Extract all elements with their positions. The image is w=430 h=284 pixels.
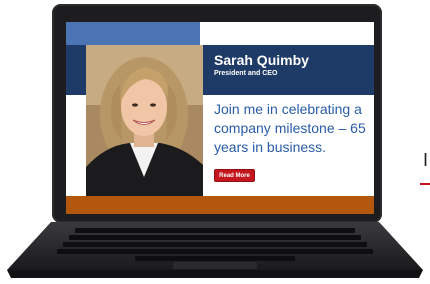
offscreen-letter: I	[423, 150, 429, 170]
offscreen-red-rule	[420, 183, 430, 185]
milestone-message: Join me in celebrating a company milesto…	[214, 101, 366, 155]
top-band-light	[200, 22, 374, 45]
ceo-portrait	[86, 45, 203, 197]
laptop-illustration: Sarah Quimby President and CEO Join me i…	[0, 0, 430, 284]
laptop-screen: Sarah Quimby President and CEO Join me i…	[66, 22, 374, 214]
read-more-button[interactable]: Read More	[214, 169, 255, 182]
profile-name: Sarah Quimby	[214, 52, 309, 68]
bottom-band	[66, 196, 374, 214]
profile-title: President and CEO	[214, 70, 278, 77]
laptop-keyboard-base	[7, 222, 423, 278]
